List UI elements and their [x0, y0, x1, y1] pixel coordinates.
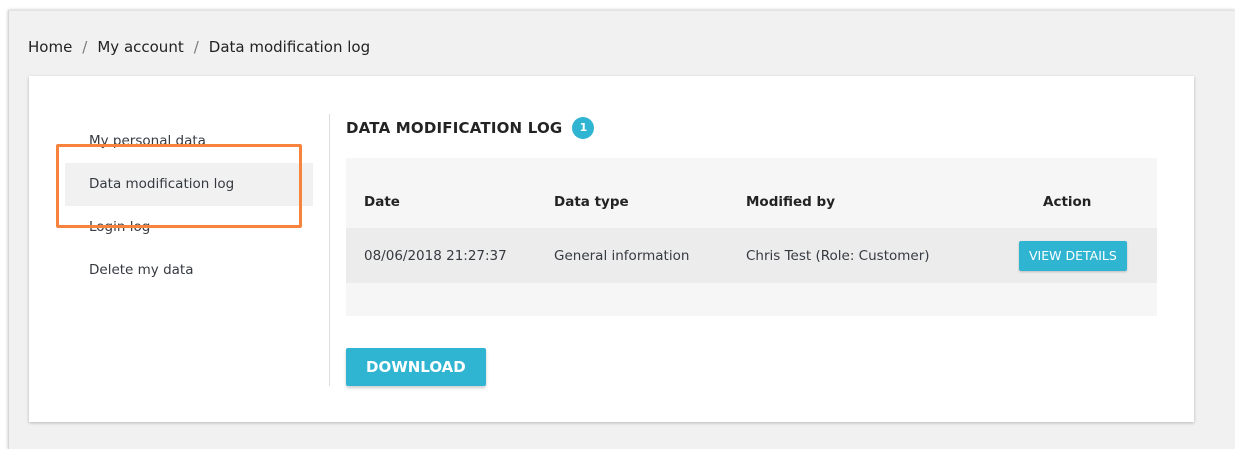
table-header: Date Data type Modified by Action	[346, 158, 1157, 228]
breadcrumb-separator: /	[82, 38, 88, 56]
breadcrumb-separator: /	[193, 38, 199, 56]
download-button[interactable]: DOWNLOAD	[346, 348, 486, 386]
count-badge: 1	[572, 117, 595, 139]
breadcrumb-current: Data modification log	[208, 38, 371, 56]
table-row: 08/06/2018 21:27:37 General information …	[346, 228, 1157, 283]
column-header-modified-by: Modified by	[746, 194, 835, 210]
title-row: DATA MODIFICATION LOG 1	[346, 114, 1157, 142]
sidebar-item-login-log[interactable]: Login log	[65, 206, 313, 249]
column-header-date: Date	[364, 194, 400, 210]
view-details-button[interactable]: VIEW DETAILS	[1019, 240, 1127, 271]
breadcrumb: Home / My account / Data modification lo…	[28, 38, 370, 56]
cell-modified-by: Chris Test (Role: Customer)	[746, 247, 930, 264]
page-background: Home / My account / Data modification lo…	[8, 10, 1235, 449]
breadcrumb-my-account[interactable]: My account	[97, 38, 183, 56]
account-sidebar: My personal data Data modification log L…	[65, 120, 313, 292]
main-content: DATA MODIFICATION LOG 1 Date Data type M…	[346, 114, 1157, 386]
account-card: My personal data Data modification log L…	[29, 76, 1194, 422]
page-title: DATA MODIFICATION LOG	[346, 119, 563, 137]
log-table: Date Data type Modified by Action 08/06/…	[346, 158, 1157, 316]
column-header-data-type: Data type	[554, 194, 629, 210]
breadcrumb-home[interactable]: Home	[28, 38, 72, 56]
vertical-divider	[329, 114, 330, 386]
sidebar-item-personal-data[interactable]: My personal data	[65, 120, 313, 163]
cell-date: 08/06/2018 21:27:37	[364, 247, 507, 264]
cell-data-type: General information	[554, 247, 690, 264]
sidebar-item-data-modification-log[interactable]: Data modification log	[65, 163, 313, 206]
column-header-action: Action	[1043, 194, 1092, 210]
sidebar-item-delete-data[interactable]: Delete my data	[65, 249, 313, 292]
cell-action: VIEW DETAILS	[1019, 240, 1127, 271]
